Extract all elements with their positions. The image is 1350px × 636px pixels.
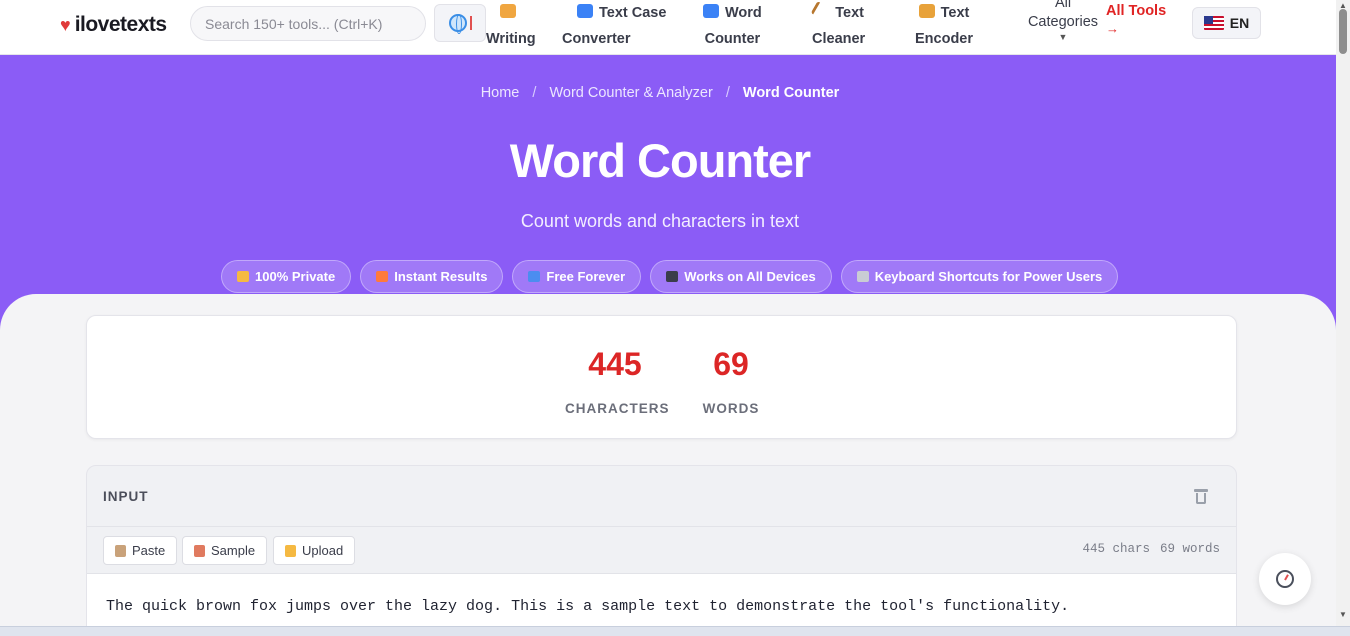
badge-private: 100% Private xyxy=(221,260,352,293)
words-count-small: 69 words xyxy=(1159,542,1220,556)
arrow-right-icon: → xyxy=(1106,21,1119,36)
nav-text-cleaner[interactable]: Text Cleaner xyxy=(810,0,866,52)
sample-button[interactable]: Sample xyxy=(182,536,268,565)
input-card: INPUT Paste Sample Upload 445 chars 69 wo… xyxy=(86,465,1237,636)
breadcrumb-home[interactable]: Home xyxy=(481,85,520,101)
badge-devices: Works on All Devices xyxy=(650,260,832,293)
paste-button[interactable]: Paste xyxy=(103,536,178,565)
badge-label: Keyboard Shortcuts for Power Users xyxy=(874,269,1103,284)
all-categories-line2: Categories xyxy=(1027,14,1099,30)
words-label: WORDS xyxy=(702,401,760,416)
memo-icon xyxy=(194,544,205,557)
translate-button[interactable] xyxy=(434,4,486,42)
clipboard-icon xyxy=(115,544,126,557)
nav-text-case-label: Text Case xyxy=(599,5,667,21)
taskbar-strip xyxy=(0,626,1350,636)
nav-cleaner-label: Cleaner xyxy=(812,31,866,47)
stat-words: 69 WORDS xyxy=(691,344,771,416)
chevron-down-icon: ▼ xyxy=(1058,32,1068,42)
breadcrumb: Home / Word Counter & Analyzer / Word Co… xyxy=(0,85,1320,101)
sample-label: Sample xyxy=(211,543,256,558)
logo[interactable]: ♥ ilovetexts xyxy=(60,13,167,37)
lock-icon xyxy=(918,4,935,18)
all-tools-link[interactable]: All Tools → xyxy=(1106,0,1166,36)
nav-writing-label: Writing xyxy=(486,31,536,47)
abc-icon xyxy=(577,4,593,18)
search-input[interactable] xyxy=(190,6,426,41)
logo-text: ilovetexts xyxy=(74,13,167,36)
characters-count: 445 xyxy=(588,346,642,382)
history-button[interactable] xyxy=(1259,553,1311,605)
nav-word-counter[interactable]: Word Counter xyxy=(703,0,762,52)
language-label: EN xyxy=(1229,15,1250,31)
words-count: 69 xyxy=(713,346,749,382)
nav-text-encoder[interactable]: Text Encoder xyxy=(915,0,973,52)
badge-label: Instant Results xyxy=(394,269,488,284)
badge-instant: Instant Results xyxy=(360,260,504,293)
input-title: INPUT xyxy=(103,489,149,504)
badge-label: Works on All Devices xyxy=(684,269,816,284)
page-title: Word Counter xyxy=(509,134,811,187)
badge-shortcuts: Keyboard Shortcuts for Power Users xyxy=(840,260,1119,293)
nav-text-label: Text xyxy=(835,5,864,21)
input-counts: 445 chars 69 words xyxy=(1082,542,1220,556)
upload-label: Upload xyxy=(302,543,344,558)
badge-label: Free Forever xyxy=(546,269,626,284)
nav-writing[interactable]: Writing xyxy=(486,0,536,52)
lock-icon xyxy=(237,271,249,282)
nav-counter-label: Counter xyxy=(704,31,761,47)
badge-free: Free Forever xyxy=(512,260,642,293)
breadcrumb-separator: / xyxy=(532,85,537,101)
heart-icon: ♥ xyxy=(60,15,71,35)
nav-text-encoder-label: Text xyxy=(940,5,970,21)
nav-encoder-label: Encoder xyxy=(915,31,974,47)
writing-hand-icon xyxy=(499,4,516,18)
lightning-icon xyxy=(376,271,389,282)
chars-count: 445 chars xyxy=(1082,542,1150,556)
badge-label: 100% Private xyxy=(255,269,336,284)
scroll-thumb[interactable] xyxy=(1339,9,1347,54)
stat-characters: 445 CHARACTERS xyxy=(565,344,670,416)
nav-text-case-converter[interactable]: Text Case Converter xyxy=(562,0,666,52)
breadcrumb-separator: / xyxy=(725,85,730,101)
phone-icon xyxy=(666,271,679,282)
trash-icon[interactable] xyxy=(1192,487,1210,507)
language-selector[interactable]: EN xyxy=(1192,7,1261,39)
upload-button[interactable]: Upload xyxy=(273,536,356,565)
scroll-down-icon[interactable]: ▼ xyxy=(1339,610,1347,619)
folder-icon xyxy=(285,544,296,557)
nav-converter-label: Converter xyxy=(562,31,631,47)
all-categories-line1: All xyxy=(1054,0,1072,11)
breadcrumb-parent[interactable]: Word Counter & Analyzer xyxy=(549,85,712,101)
clock-icon xyxy=(1276,570,1294,588)
page-scrollbar[interactable]: ▲ ▼ xyxy=(1336,0,1350,626)
feature-badges: 100% Private Instant Results Free Foreve… xyxy=(221,260,1119,293)
free-icon xyxy=(528,271,541,282)
globe-marker-icon xyxy=(469,16,472,30)
top-navigation-bar: ♥ ilovetexts Writing Text Case Converter… xyxy=(0,0,1336,55)
us-flag-icon xyxy=(1203,16,1224,30)
broom-icon xyxy=(810,0,832,22)
divider xyxy=(87,526,1236,527)
page-subtitle: Count words and characters in text xyxy=(520,211,800,231)
all-tools-label: All Tools xyxy=(1106,3,1167,19)
paste-label: Paste xyxy=(132,543,166,558)
characters-label: CHARACTERS xyxy=(565,401,670,416)
globe-icon xyxy=(448,14,467,34)
numbers-icon xyxy=(703,4,719,18)
nav-word-label: Word xyxy=(725,5,762,21)
all-categories-dropdown[interactable]: All Categories ▼ xyxy=(1020,0,1106,42)
keyboard-icon xyxy=(856,271,869,282)
breadcrumb-current: Word Counter xyxy=(742,85,840,101)
stats-card: 445 CHARACTERS 69 WORDS xyxy=(86,315,1237,439)
